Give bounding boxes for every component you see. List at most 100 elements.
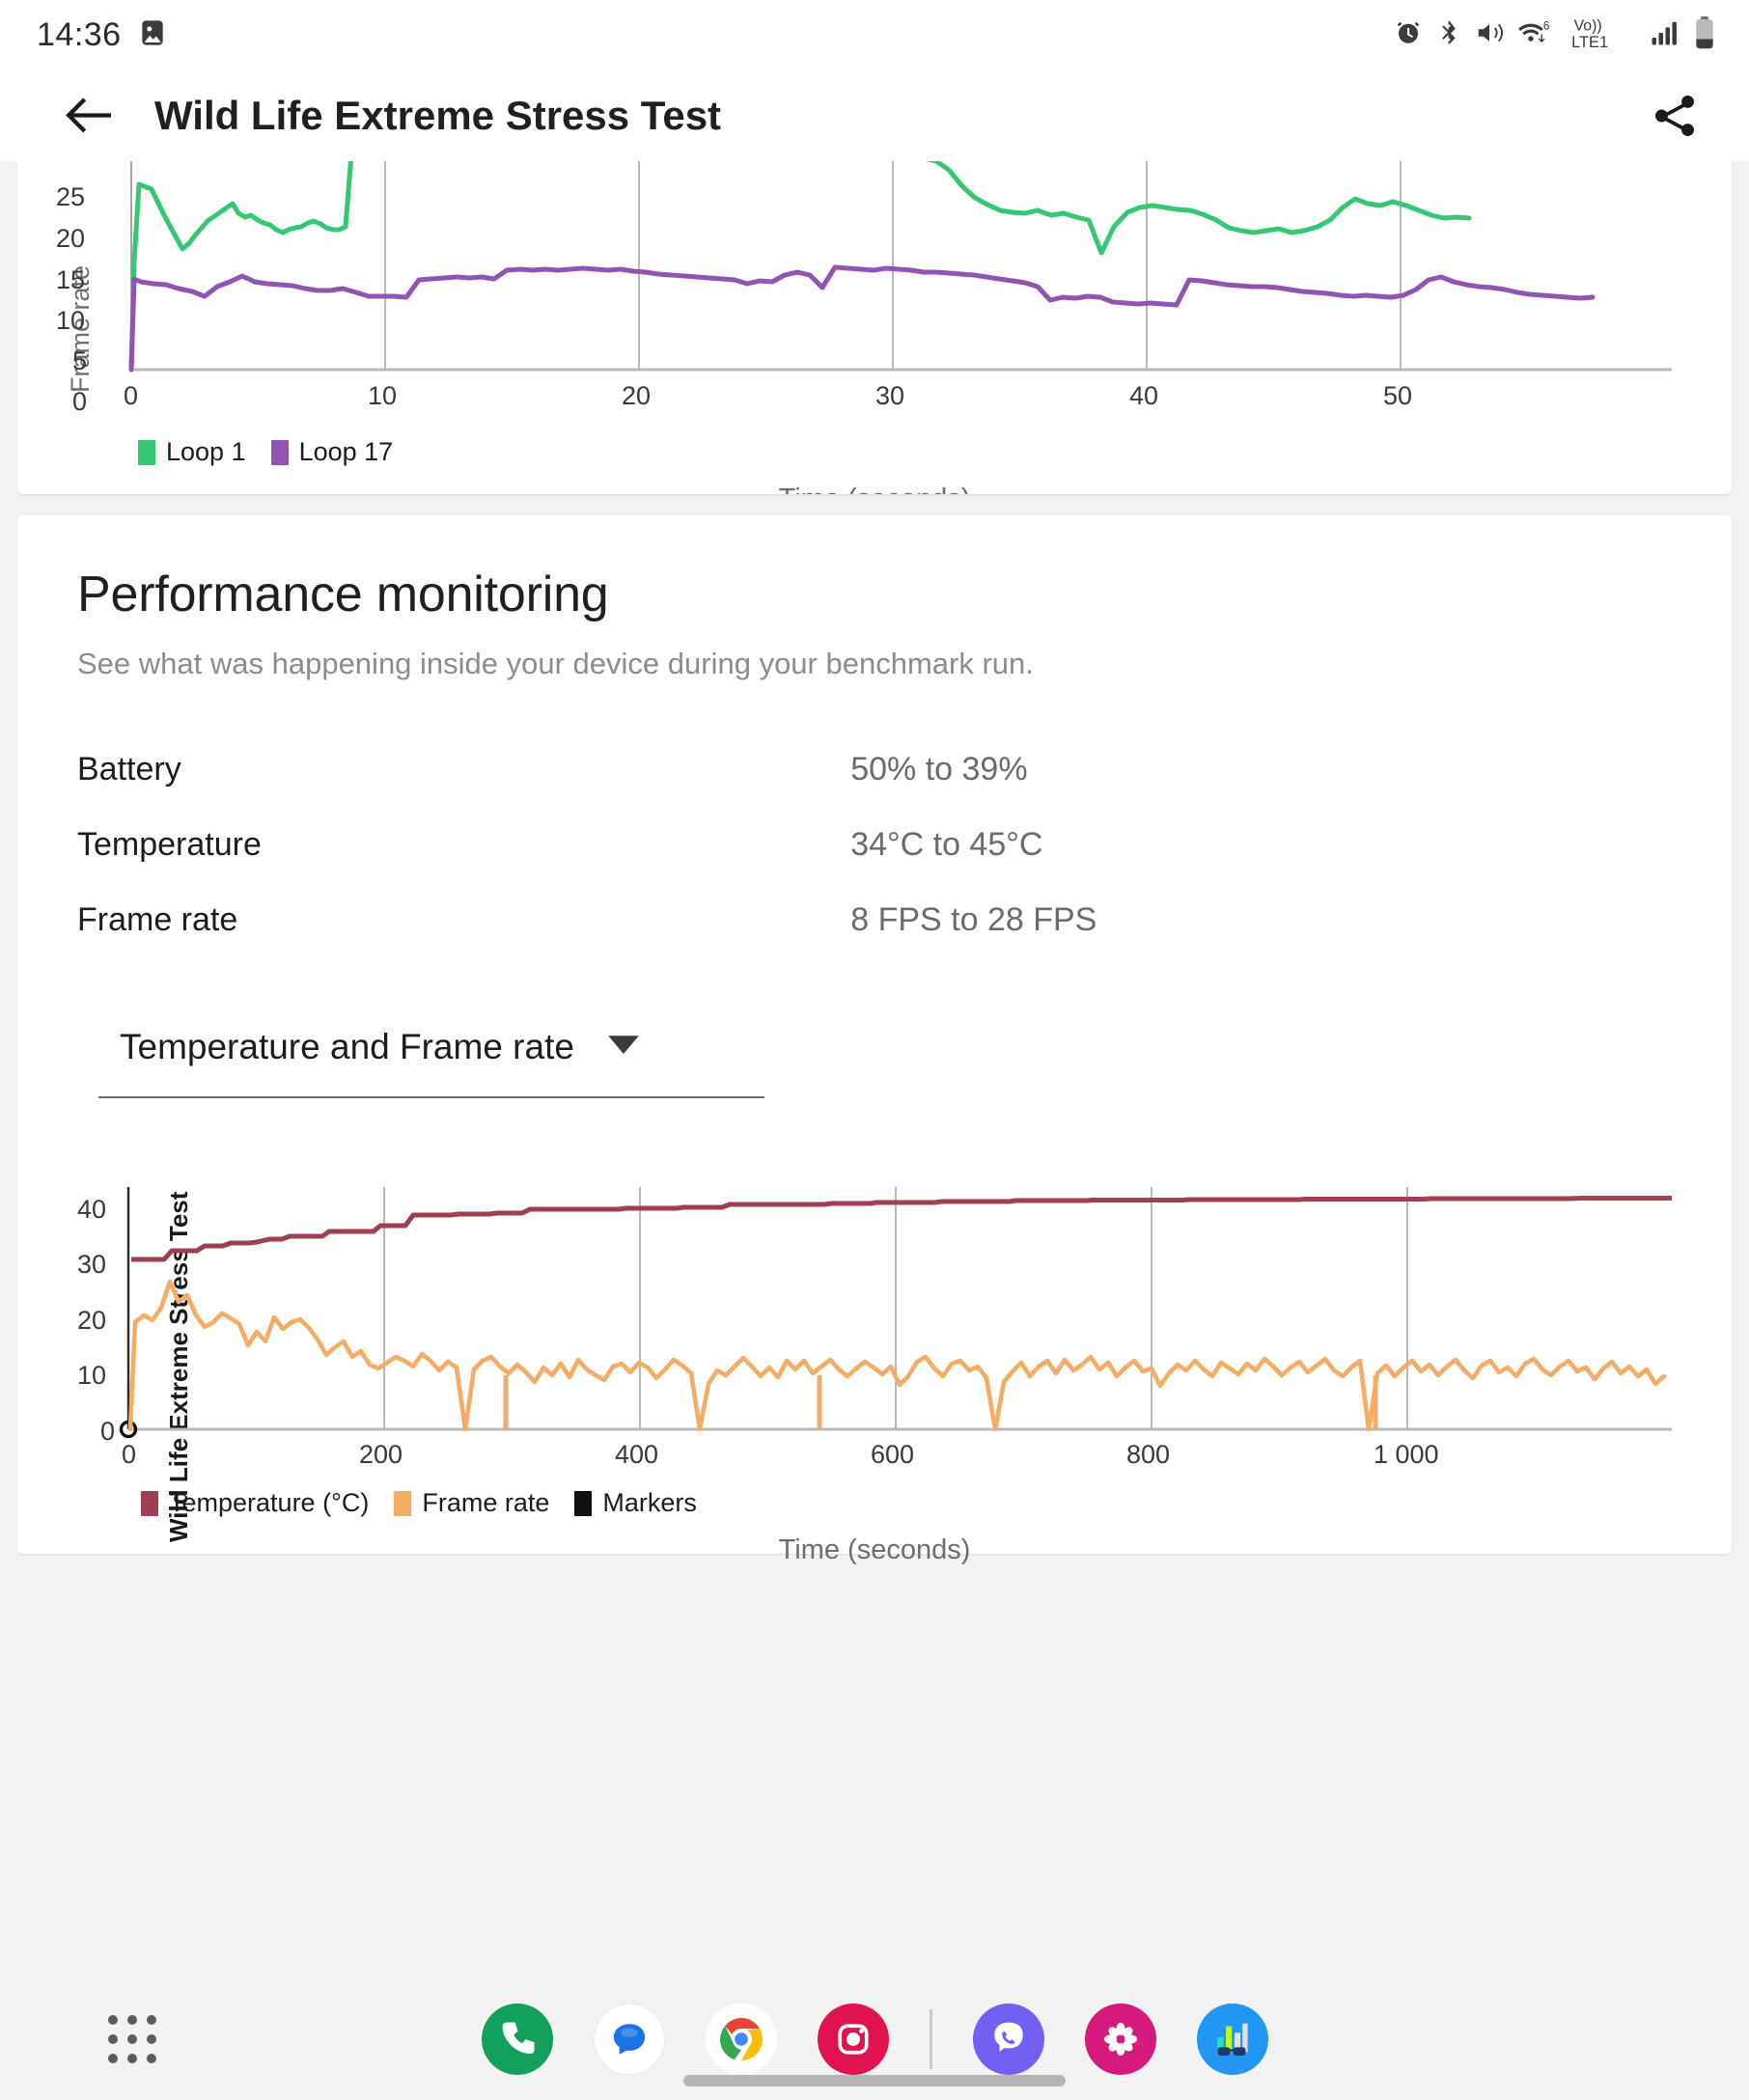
app-bar: Wild Life Extreme Stress Test bbox=[0, 69, 1749, 161]
legend-swatch-loop-17 bbox=[270, 439, 289, 465]
stat-label-temperature: Temperature bbox=[77, 825, 262, 863]
loop-chart-xtick-40: 40 bbox=[1129, 381, 1159, 410]
status-bar-right: 6 Vo)) LTE1 bbox=[1394, 14, 1716, 56]
legend-label-frame-rate: Frame rate bbox=[422, 1488, 550, 1517]
stat-label-frame-rate: Frame rate bbox=[77, 900, 238, 938]
drawer-dot bbox=[108, 2015, 118, 2025]
arrow-left-icon bbox=[66, 97, 111, 132]
drawer-dot bbox=[147, 2015, 156, 2025]
performance-monitoring-card: Performance monitoring See what was happ… bbox=[17, 515, 1732, 1565]
performance-stats-list: Battery 50% to 39% Temperature 34°C to 4… bbox=[77, 732, 1672, 957]
loop-chart-xtick-20: 20 bbox=[622, 381, 652, 410]
legend-label-loop-17: Loop 17 bbox=[298, 437, 394, 466]
loop-chart-x-axis-caption: Time (seconds) bbox=[17, 484, 1732, 494]
wifi6-icon: 6 bbox=[1516, 17, 1559, 53]
chart-type-dropdown[interactable]: Temperature and Frame rate bbox=[98, 1015, 764, 1098]
loop-chart-ytick-0: 0 bbox=[72, 387, 88, 416]
monitor-chart-xtick-800: 800 bbox=[1126, 1440, 1171, 1469]
loop-chart-xtick-30: 30 bbox=[875, 381, 905, 410]
dock bbox=[0, 1978, 1749, 2100]
status-clock: 14:36 bbox=[37, 15, 122, 53]
viber-icon[interactable] bbox=[972, 2003, 1044, 2075]
legend-swatch-frame-rate bbox=[394, 1490, 412, 1516]
stat-label-battery: Battery bbox=[77, 750, 181, 788]
signal-icon bbox=[1648, 18, 1680, 52]
image-icon bbox=[137, 17, 168, 53]
loop-chart-ytick-5: 5 bbox=[72, 346, 88, 375]
page-title: Wild Life Extreme Stress Test bbox=[154, 92, 722, 138]
bluetooth-icon bbox=[1435, 18, 1462, 52]
dock-app-list bbox=[481, 2003, 1268, 2075]
phone-icon[interactable] bbox=[481, 2003, 553, 2075]
legend-item-loop-17[interactable]: Loop 17 bbox=[270, 437, 394, 467]
loop-chart-legend: Loop 1 Loop 17 bbox=[138, 437, 408, 467]
stat-value-temperature: 34°C to 45°C bbox=[850, 825, 1043, 863]
drawer-dot bbox=[108, 2054, 118, 2063]
loop-chart-plot bbox=[128, 161, 1672, 373]
status-bar-left: 14:36 bbox=[37, 16, 168, 54]
drawer-dot bbox=[108, 2034, 118, 2044]
vibrate-icon bbox=[1475, 18, 1504, 52]
monitor-chart-legend: Temperature (°C) Frame rate Markers bbox=[141, 1488, 712, 1518]
app-drawer-icon[interactable] bbox=[108, 2015, 156, 2063]
legend-label-markers: Markers bbox=[602, 1488, 697, 1517]
legend-item-markers[interactable]: Markers bbox=[574, 1488, 697, 1518]
monitor-chart-ytick-40: 40 bbox=[77, 1195, 107, 1224]
legend-swatch-markers bbox=[574, 1490, 593, 1516]
chrome-icon[interactable] bbox=[705, 2003, 777, 2075]
scroll-content[interactable]: Frame rate 0 5 10 15 20 25 0 10 20 30 40… bbox=[0, 161, 1749, 1978]
legend-item-frame-rate[interactable]: Frame rate bbox=[394, 1488, 549, 1518]
share-icon bbox=[1655, 95, 1694, 136]
monitor-chart-ytick-20: 20 bbox=[77, 1306, 107, 1335]
volte-lte1-icon: Vo)) LTE1 bbox=[1571, 14, 1635, 56]
monitor-chart-x-axis-caption: Time (seconds) bbox=[778, 1534, 971, 1565]
lte1-label: LTE1 bbox=[1571, 34, 1608, 51]
monitor-chart-xtick-600: 600 bbox=[871, 1440, 915, 1469]
legend-label-temperature: Temperature (°C) bbox=[169, 1488, 370, 1517]
instagram-icon[interactable] bbox=[817, 2003, 889, 2075]
back-button[interactable] bbox=[58, 86, 118, 146]
loop-chart-xtick-0: 0 bbox=[124, 381, 139, 410]
loop-chart-ytick-15: 15 bbox=[56, 265, 86, 294]
legend-label-loop-1: Loop 1 bbox=[166, 437, 246, 466]
monitor-chart-xtick-0: 0 bbox=[122, 1440, 137, 1469]
3dmark-icon[interactable] bbox=[1196, 2003, 1268, 2075]
drawer-dot bbox=[127, 2054, 137, 2063]
monitor-chart-ytick-30: 30 bbox=[77, 1250, 107, 1279]
loop-chart-ytick-20: 20 bbox=[56, 224, 86, 253]
monitor-chart-xtick-400: 400 bbox=[615, 1440, 659, 1469]
alarm-icon bbox=[1394, 18, 1423, 52]
monitor-chart-xtick-200: 200 bbox=[359, 1440, 403, 1469]
home-indicator[interactable] bbox=[683, 2075, 1066, 2086]
stat-row-frame-rate: Frame rate 8 FPS to 28 FPS bbox=[77, 882, 1672, 957]
photo-editor-icon[interactable] bbox=[1084, 2003, 1156, 2075]
performance-monitoring-title: Performance monitoring bbox=[77, 566, 609, 622]
status-bar: 14:36 6 Vo)) LTE1 bbox=[0, 0, 1749, 69]
performance-monitoring-body: Performance monitoring See what was happ… bbox=[17, 515, 1732, 1098]
monitor-chart-ytick-0: 0 bbox=[100, 1417, 116, 1446]
chart-type-dropdown-value: Temperature and Frame rate bbox=[120, 1027, 574, 1066]
stat-row-battery: Battery 50% to 39% bbox=[77, 732, 1672, 807]
messages-icon[interactable] bbox=[593, 2003, 665, 2075]
loop-chart-ytick-10: 10 bbox=[56, 306, 86, 335]
share-button[interactable] bbox=[1645, 86, 1705, 146]
loop-comparison-card: Frame rate 0 5 10 15 20 25 0 10 20 30 40… bbox=[17, 161, 1732, 494]
loop-chart-xtick-10: 10 bbox=[368, 381, 398, 410]
loop-chart-ytick-25: 25 bbox=[56, 182, 86, 211]
performance-monitoring-subtitle: See what was happening inside your devic… bbox=[77, 647, 1034, 680]
volte-label: Vo)) bbox=[1574, 17, 1602, 34]
drawer-dot bbox=[127, 2034, 137, 2044]
legend-swatch-temperature bbox=[141, 1490, 158, 1516]
legend-item-temperature[interactable]: Temperature (°C) bbox=[141, 1488, 369, 1518]
loop-frame-rate-chart: Frame rate 0 5 10 15 20 25 0 10 20 30 40… bbox=[17, 161, 1732, 494]
loop-chart-xtick-50: 50 bbox=[1383, 381, 1413, 410]
drawer-dot bbox=[147, 2034, 156, 2044]
legend-item-loop-1[interactable]: Loop 1 bbox=[138, 437, 246, 467]
monitor-chart-xtick-1000: 1 000 bbox=[1374, 1440, 1439, 1469]
chevron-down-icon bbox=[607, 1035, 640, 1061]
monitor-chart-ytick-10: 10 bbox=[77, 1361, 107, 1390]
legend-swatch-loop-1 bbox=[138, 439, 155, 465]
stat-value-battery: 50% to 39% bbox=[850, 750, 1028, 788]
stat-value-frame-rate: 8 FPS to 28 FPS bbox=[850, 900, 1097, 938]
monitor-chart-plot bbox=[119, 1187, 1672, 1439]
